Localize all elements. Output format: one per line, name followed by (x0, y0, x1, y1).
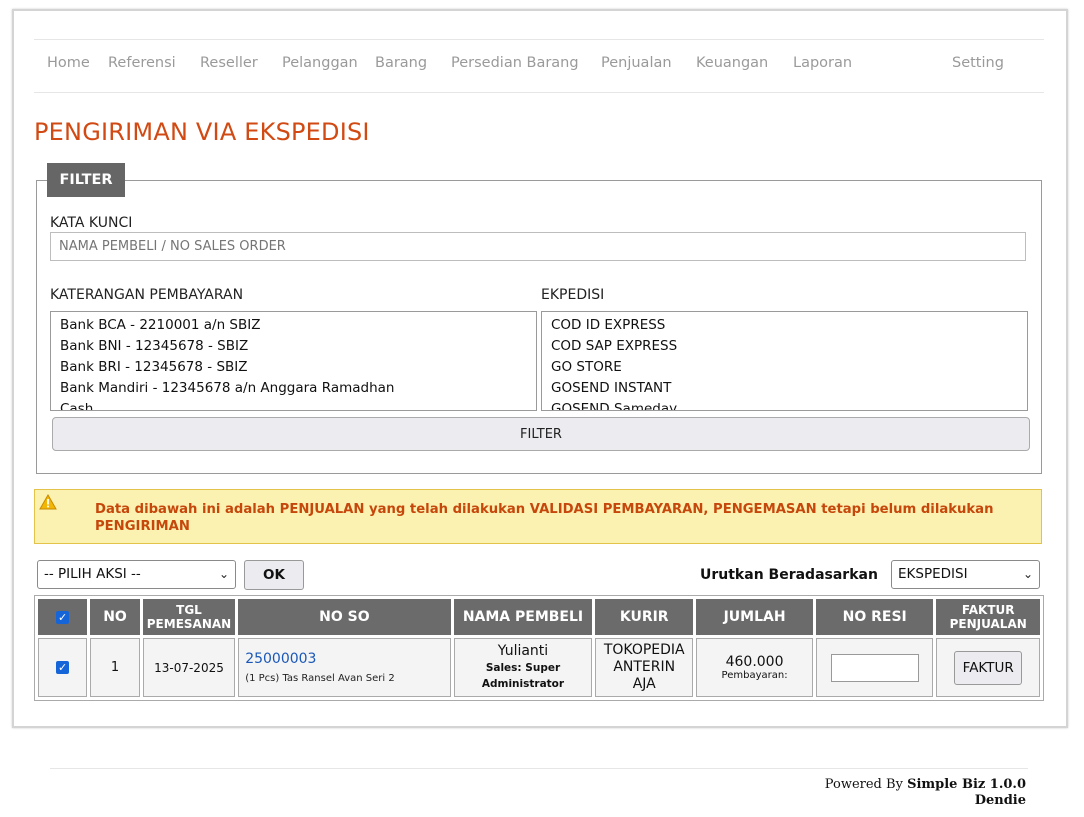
shipping-table: ✓ NO TGL PEMESANAN NO SO NAMA PEMBELI KUR… (34, 595, 1044, 701)
select-all-checkbox[interactable]: ✓ (56, 611, 70, 624)
nav-reseller[interactable]: Reseller (200, 55, 258, 71)
alert-message: Data dibawah ini adalah PENJUALAN yang t… (95, 502, 994, 534)
header-faktur-line2: PENJUALAN (949, 617, 1027, 631)
sort-select-value: EKSPEDISI (898, 566, 968, 582)
row-jumlah-cell: 460.000 Pembayaran: (696, 638, 813, 697)
footer-divider (50, 768, 1028, 769)
row-resi-cell (815, 638, 934, 697)
header-no: NO (90, 599, 140, 635)
nav-laporan[interactable]: Laporan (793, 55, 852, 71)
row-select-cell: ✓ (38, 638, 88, 697)
warning-icon (39, 493, 57, 514)
expedition-option[interactable]: COD SAP EXPRESS (542, 336, 1027, 357)
header-jumlah: JUMLAH (696, 599, 813, 635)
header-tgl-line2: PEMESANAN (146, 617, 232, 631)
payment-option[interactable]: Bank BCA - 2210001 a/n SBIZ (51, 315, 536, 336)
nav-persedian-barang[interactable]: Persedian Barang (451, 55, 579, 71)
action-select-value: -- PILIH AKSI -- (44, 566, 141, 582)
nav-barang[interactable]: Barang (375, 55, 427, 71)
row-no: 1 (90, 638, 140, 697)
header-no-resi: NO RESI (815, 599, 934, 635)
header-faktur-line1: FAKTUR (961, 603, 1015, 617)
payment-listbox[interactable]: Bank BCA - 2210001 a/n SBIZ Bank BNI - 1… (50, 311, 537, 411)
select-all-header: ✓ (38, 599, 88, 635)
sales-name: Sales: Super Administrator (481, 662, 565, 690)
expedition-option[interactable]: COD ID EXPRESS (542, 315, 1027, 336)
payment-label: KATERANGAN PEMBAYARAN (50, 287, 244, 303)
expedition-listbox[interactable]: COD ID EXPRESS COD SAP EXPRESS GO STORE … (541, 311, 1028, 411)
row-nama-cell: Yulianti Sales: Super Administrator (453, 638, 593, 697)
payment-text: Pembayaran: (721, 670, 788, 681)
filter-legend: FILTER (47, 163, 125, 197)
nav-referensi[interactable]: Referensi (108, 55, 176, 71)
header-faktur: FAKTUR PENJUALAN (936, 599, 1040, 635)
page-title: PENGIRIMAN VIA EKSPEDISI (34, 118, 370, 146)
expedition-label: EKPEDISI (541, 287, 605, 303)
nav-pelanggan[interactable]: Pelanggan (282, 55, 358, 71)
expedition-option[interactable]: GO STORE (542, 357, 1027, 378)
info-alert: Data dibawah ini adalah PENJUALAN yang t… (34, 489, 1042, 544)
nav-home[interactable]: Home (47, 55, 90, 71)
expedition-option[interactable]: GOSEND Sameday (542, 399, 1027, 410)
nav-keuangan[interactable]: Keuangan (696, 55, 768, 71)
top-nav: Home Referensi Reseller Pelanggan Barang… (34, 39, 1044, 93)
keyword-input[interactable] (50, 232, 1026, 261)
header-kurir: KURIR (595, 599, 694, 635)
table-row: ✓ 1 13-07-2025 25000003 (1 Pcs) Tas Rans… (38, 638, 1040, 697)
filter-button[interactable]: FILTER (52, 417, 1030, 451)
footer: Powered By Simple Biz 1.0.0 Dendie (825, 777, 1026, 809)
header-tgl: TGL PEMESANAN (142, 599, 236, 635)
row-kurir: TOKOPEDIA ANTERIN AJA (595, 638, 694, 697)
chevron-down-icon: ⌄ (218, 567, 229, 581)
row-faktur-cell: FAKTUR (936, 638, 1040, 697)
payment-option[interactable]: Cash (51, 399, 536, 410)
payment-option[interactable]: Bank BNI - 12345678 - SBIZ (51, 336, 536, 357)
row-so-cell: 25000003 (1 Pcs) Tas Ransel Avan Seri 2 (238, 638, 451, 697)
payment-option[interactable]: Bank Mandiri - 12345678 a/n Anggara Rama… (51, 378, 536, 399)
so-number-link[interactable]: 25000003 (245, 651, 445, 667)
action-select[interactable]: -- PILIH AKSI -- ⌄ (37, 560, 236, 589)
header-no-so: NO SO (238, 599, 451, 635)
resi-input[interactable] (830, 653, 919, 682)
footer-author: Dendie (974, 793, 1026, 808)
table-header-row: ✓ NO TGL PEMESANAN NO SO NAMA PEMBELI KUR… (38, 599, 1040, 635)
sort-label: Urutkan Beradasarkan (700, 567, 878, 583)
row-checkbox[interactable]: ✓ (56, 661, 70, 674)
header-tgl-line1: TGL (176, 603, 202, 617)
footer-powered: Powered By (824, 777, 903, 792)
faktur-button[interactable]: FAKTUR (954, 650, 1023, 685)
footer-product: Simple Biz 1.0.0 (907, 777, 1026, 792)
row-tgl: 13-07-2025 (142, 638, 236, 697)
ok-button[interactable]: OK (244, 560, 304, 590)
so-item-text: (1 Pcs) Tas Ransel Avan Seri 2 (245, 673, 395, 684)
header-nama: NAMA PEMBELI (453, 599, 593, 635)
amount-value: 460.000 (725, 654, 784, 670)
keyword-label: KATA KUNCI (50, 215, 133, 231)
buyer-name: Yulianti (497, 643, 549, 659)
expedition-option[interactable]: GOSEND INSTANT (542, 378, 1027, 399)
sort-select[interactable]: EKSPEDISI ⌄ (891, 560, 1040, 589)
payment-option[interactable]: Bank BRI - 12345678 - SBIZ (51, 357, 536, 378)
nav-setting[interactable]: Setting (952, 55, 1004, 71)
chevron-down-icon: ⌄ (1022, 567, 1033, 581)
nav-penjualan[interactable]: Penjualan (601, 55, 672, 71)
